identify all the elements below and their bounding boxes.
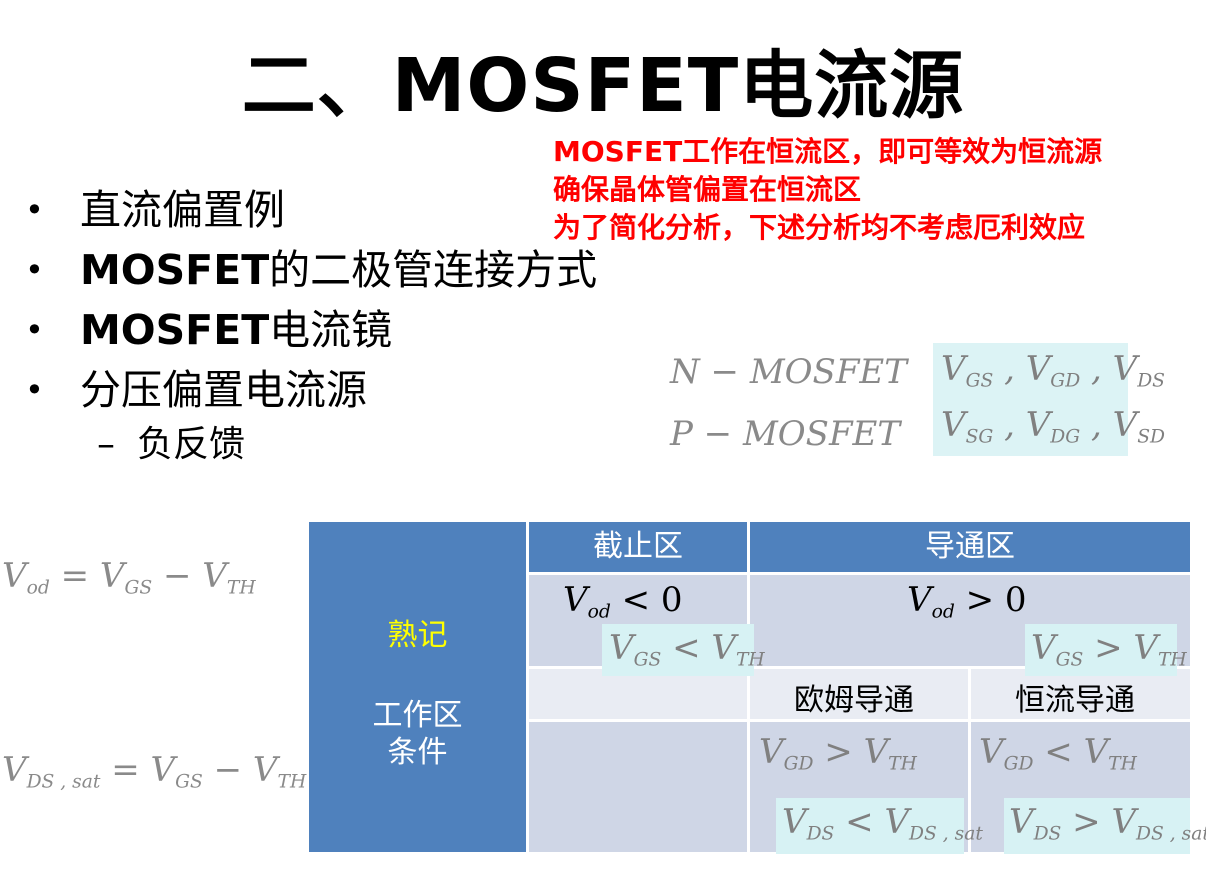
bullet-dot: • bbox=[25, 311, 44, 349]
on-vgs-cond: VGS > VTH bbox=[1031, 628, 1187, 671]
note-line-1: MOSFET工作在恒流区，即可等效为恒流源 bbox=[553, 135, 1103, 168]
condition-label: 条件 bbox=[387, 735, 448, 770]
cutoff-vod: Vod < 0 bbox=[563, 580, 683, 623]
bullet-bold: MOSFET bbox=[80, 306, 270, 354]
red-notes: MOSFET工作在恒流区，即可等效为恒流源 确保晶体管偏置在恒流区 为了简化分析… bbox=[553, 133, 1102, 247]
bullet-dot: • bbox=[25, 371, 44, 409]
voltage-vars-box: VGS , VGD , VDS VSG , VDG , VSD bbox=[933, 343, 1165, 456]
slide-title: 二、MOSFET电流源 bbox=[241, 43, 965, 129]
table-side-header: 熟记 工作区 条件 bbox=[309, 522, 526, 852]
bullet-text: 的二极管连接方式 bbox=[269, 246, 598, 294]
n-mosfet-label: N − MOSFET bbox=[670, 352, 907, 392]
const-vds-cond: VDS > VDS , sat bbox=[1009, 802, 1206, 845]
ohmic-vds-cond: VDS < VDS , sat bbox=[782, 802, 983, 845]
ohmic-vgd-cond: VGD > VTH bbox=[759, 732, 917, 775]
cutoff-vgs-cond: VGS < VTH bbox=[609, 628, 765, 671]
col-header-cutoff: 截止区 bbox=[529, 522, 747, 572]
ohmic-label: 欧姆导通 bbox=[794, 683, 914, 718]
memo-label: 熟记 bbox=[387, 618, 448, 653]
bullet-text: 电流镜 bbox=[269, 306, 393, 354]
sub-bullet-text: 负反馈 bbox=[137, 424, 246, 465]
note-line-3: 为了简化分析，下述分析均不考虑厄利效应 bbox=[553, 211, 1086, 244]
col-header-on: 导通区 bbox=[750, 522, 1190, 572]
constant-current-label: 恒流导通 bbox=[1015, 683, 1135, 718]
bullet-dot: • bbox=[25, 191, 44, 229]
bullet-dot: • bbox=[25, 251, 44, 289]
const-vgd-cond: VGD < VTH bbox=[979, 732, 1137, 775]
on-vod: Vod > 0 bbox=[907, 580, 1027, 623]
vds-sat-formula: VDS , sat = VGS − VTH bbox=[2, 750, 307, 793]
vod-formula: Vod = VGS − VTH bbox=[2, 556, 256, 599]
sub-bullet-dash: – bbox=[97, 424, 115, 465]
bullet-text: 分压偏置电流源 bbox=[80, 366, 367, 414]
col-divider bbox=[747, 572, 750, 852]
note-line-2: 确保晶体管偏置在恒流区 bbox=[553, 173, 862, 206]
n-mosfet-vars: VGS , VGD , VDS bbox=[941, 349, 1165, 392]
p-mosfet-vars: VSG , VDG , VSD bbox=[941, 405, 1165, 448]
bullet-text: 直流偏置例 bbox=[80, 186, 285, 234]
p-mosfet-label: P − MOSFET bbox=[670, 414, 901, 454]
operating-region-table: 熟记 工作区 条件 截止区 导通区 Vod < 0 Vod > 0 VGS < … bbox=[309, 522, 1206, 854]
bullet-bold: MOSFET bbox=[80, 246, 270, 294]
